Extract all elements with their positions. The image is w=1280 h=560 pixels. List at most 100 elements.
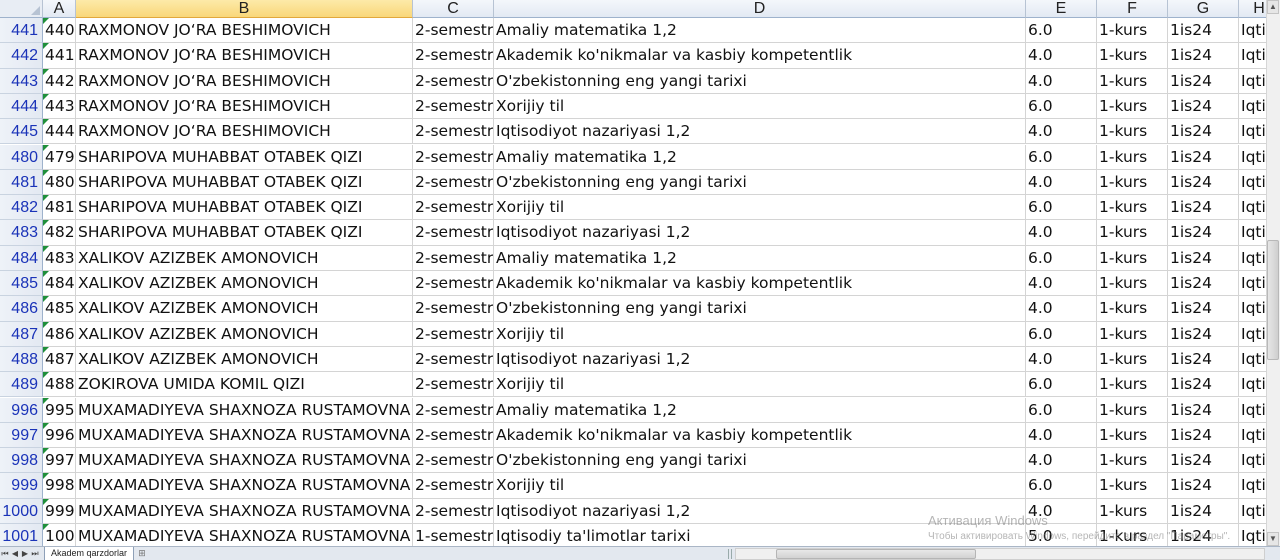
- cell-c[interactable]: 2-semestr: [413, 397, 494, 423]
- cell-b[interactable]: RAXMONOV JO‘RA BESHIMOVICH: [76, 119, 413, 145]
- cell-e[interactable]: 6.0: [1026, 397, 1097, 423]
- cell-d[interactable]: Iqtisodiyot nazariyasi 1,2: [494, 119, 1026, 145]
- cell-a[interactable]: 485: [43, 296, 76, 322]
- cell-g[interactable]: 1is24: [1168, 372, 1239, 398]
- cell-e[interactable]: 6.0: [1026, 195, 1097, 221]
- insert-sheet-icon[interactable]: ⊞: [136, 548, 148, 560]
- cell-b[interactable]: XALIKOV AZIZBEK AMONOVICH: [76, 296, 413, 322]
- cell-a[interactable]: 996: [43, 422, 76, 449]
- cell-e[interactable]: 4.0: [1026, 448, 1097, 474]
- cell-c[interactable]: 2-semestr: [413, 422, 494, 449]
- cell-d[interactable]: Amaliy matematika 1,2: [494, 397, 1026, 423]
- cell-a[interactable]: 486: [43, 321, 76, 347]
- cell-a[interactable]: 483: [43, 245, 76, 271]
- cell-c[interactable]: 2-semestr: [413, 220, 494, 246]
- cell-a[interactable]: 440: [43, 18, 76, 44]
- row-header[interactable]: 480: [0, 144, 43, 170]
- row-header[interactable]: 488: [0, 346, 43, 373]
- cell-e[interactable]: 6.0: [1026, 473, 1097, 499]
- column-header-c[interactable]: C: [413, 0, 494, 18]
- cell-e[interactable]: 6.0: [1026, 93, 1097, 120]
- row-header[interactable]: 998: [0, 448, 43, 474]
- first-sheet-icon[interactable]: ⏮: [0, 548, 10, 560]
- cell-b[interactable]: RAXMONOV JO‘RA BESHIMOVICH: [76, 93, 413, 120]
- cell-a[interactable]: 441: [43, 43, 76, 69]
- cell-c[interactable]: 2-semestr: [413, 195, 494, 221]
- row-header[interactable]: 486: [0, 296, 43, 322]
- sheet-tab-akadem[interactable]: Akadem qarzdorlar: [44, 546, 135, 560]
- cell-f[interactable]: 1-kurs: [1097, 372, 1168, 398]
- cell-f[interactable]: 1-kurs: [1097, 321, 1168, 347]
- cell-d[interactable]: O'zbekistonning eng yangi tarixi: [494, 169, 1026, 196]
- cell-a[interactable]: 488: [43, 372, 76, 398]
- cell-c[interactable]: 2-semestr: [413, 473, 494, 499]
- cell-d[interactable]: O'zbekistonning eng yangi tarixi: [494, 296, 1026, 322]
- cell-e[interactable]: 4.0: [1026, 498, 1097, 524]
- cell-c[interactable]: 2-semestr: [413, 346, 494, 373]
- cell-d[interactable]: Amaliy matematika 1,2: [494, 245, 1026, 271]
- cell-g[interactable]: 1is24: [1168, 93, 1239, 120]
- cell-g[interactable]: 1is24: [1168, 195, 1239, 221]
- cell-b[interactable]: XALIKOV AZIZBEK AMONOVICH: [76, 346, 413, 373]
- row-header[interactable]: 441: [0, 18, 43, 44]
- cell-f[interactable]: 1-kurs: [1097, 195, 1168, 221]
- cell-b[interactable]: SHARIPOVA MUHABBAT OTABEK QIZI: [76, 169, 413, 196]
- cell-b[interactable]: RAXMONOV JO‘RA BESHIMOVICH: [76, 43, 413, 69]
- spreadsheet-grid[interactable]: ABCDEFGH 441 440 RAXMONOV JO‘RA BESHIMOVIC…: [0, 0, 1280, 560]
- row-header[interactable]: 996: [0, 397, 43, 423]
- cell-b[interactable]: MUXAMADIYEVA SHAXNOZA RUSTAMOVNA: [76, 498, 413, 524]
- cell-c[interactable]: 2-semestr: [413, 18, 494, 44]
- cell-d[interactable]: Akademik ko'nikmalar va kasbiy kompetent…: [494, 422, 1026, 449]
- cell-g[interactable]: 1is24: [1168, 397, 1239, 423]
- row-header[interactable]: 484: [0, 245, 43, 271]
- cell-b[interactable]: MUXAMADIYEVA SHAXNOZA RUSTAMOVNA: [76, 448, 413, 474]
- cell-g[interactable]: 1is24: [1168, 169, 1239, 196]
- row-header[interactable]: 443: [0, 68, 43, 94]
- cell-b[interactable]: SHARIPOVA MUHABBAT OTABEK QIZI: [76, 220, 413, 246]
- cell-b[interactable]: MUXAMADIYEVA SHAXNOZA RUSTAMOVNA: [76, 397, 413, 423]
- cell-g[interactable]: 1is24: [1168, 220, 1239, 246]
- column-header-d[interactable]: D: [494, 0, 1026, 18]
- row-header[interactable]: 489: [0, 372, 43, 398]
- cell-g[interactable]: 1is24: [1168, 321, 1239, 347]
- cell-a[interactable]: 997: [43, 448, 76, 474]
- cell-e[interactable]: 4.0: [1026, 271, 1097, 297]
- cell-b[interactable]: MUXAMADIYEVA SHAXNOZA RUSTAMOVNA: [76, 473, 413, 499]
- cell-c[interactable]: 2-semestr: [413, 144, 494, 170]
- cell-g[interactable]: 1is24: [1168, 43, 1239, 69]
- cell-a[interactable]: 481: [43, 195, 76, 221]
- horizontal-scrollbar[interactable]: [735, 548, 1265, 560]
- cell-g[interactable]: 1is24: [1168, 68, 1239, 94]
- cell-a[interactable]: 444: [43, 119, 76, 145]
- cell-b[interactable]: XALIKOV AZIZBEK AMONOVICH: [76, 321, 413, 347]
- row-header[interactable]: 997: [0, 422, 43, 449]
- column-header-b[interactable]: B: [76, 0, 413, 18]
- cell-f[interactable]: 1-kurs: [1097, 144, 1168, 170]
- split-handle[interactable]: [728, 549, 732, 559]
- cell-c[interactable]: 2-semestr: [413, 93, 494, 120]
- cell-e[interactable]: 6.0: [1026, 372, 1097, 398]
- cell-f[interactable]: 1-kurs: [1097, 119, 1168, 145]
- cell-b[interactable]: SHARIPOVA MUHABBAT OTABEK QIZI: [76, 195, 413, 221]
- cell-c[interactable]: 2-semestr: [413, 119, 494, 145]
- scroll-down-button[interactable]: ▼: [1267, 532, 1279, 546]
- cell-g[interactable]: 1is24: [1168, 119, 1239, 145]
- row-header[interactable]: 442: [0, 43, 43, 69]
- cell-f[interactable]: 1-kurs: [1097, 271, 1168, 297]
- cell-f[interactable]: 1-kurs: [1097, 18, 1168, 44]
- cell-b[interactable]: RAXMONOV JO‘RA BESHIMOVICH: [76, 68, 413, 94]
- row-header[interactable]: 999: [0, 473, 43, 499]
- cell-c[interactable]: 2-semestr: [413, 245, 494, 271]
- cell-g[interactable]: 1is24: [1168, 296, 1239, 322]
- cell-f[interactable]: 1-kurs: [1097, 220, 1168, 246]
- scroll-up-button[interactable]: ▲: [1267, 0, 1279, 14]
- cell-a[interactable]: 487: [43, 346, 76, 373]
- cell-d[interactable]: Xorijiy til: [494, 93, 1026, 120]
- vertical-scroll-thumb[interactable]: [1267, 240, 1279, 360]
- column-header-a[interactable]: A: [43, 0, 76, 18]
- cell-b[interactable]: MUXAMADIYEVA SHAXNOZA RUSTAMOVNA: [76, 422, 413, 449]
- cell-g[interactable]: 1is24: [1168, 448, 1239, 474]
- cell-f[interactable]: 1-kurs: [1097, 296, 1168, 322]
- cell-d[interactable]: Amaliy matematika 1,2: [494, 18, 1026, 44]
- cell-e[interactable]: 6.0: [1026, 321, 1097, 347]
